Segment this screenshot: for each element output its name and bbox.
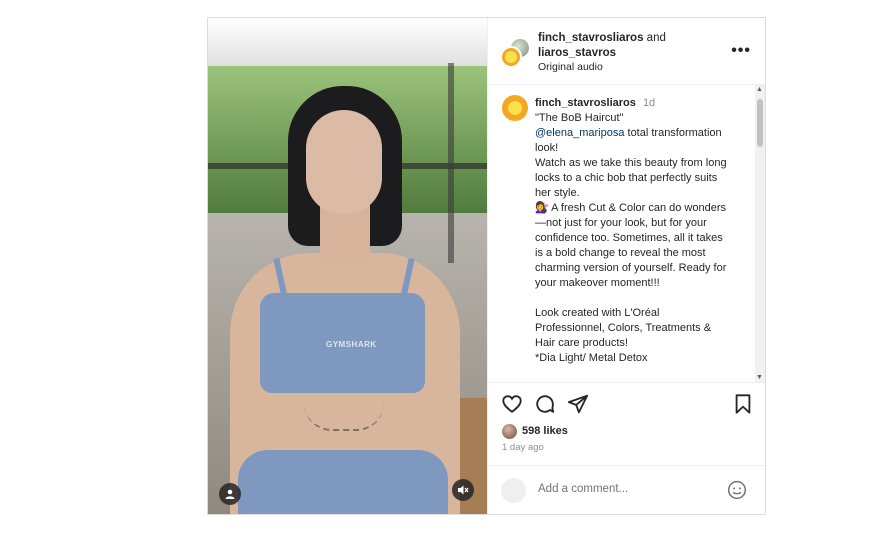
caption-scrollbar[interactable]: ▲ ▼ bbox=[755, 85, 765, 382]
bookmark-icon[interactable] bbox=[732, 393, 754, 415]
heart-icon[interactable] bbox=[501, 393, 523, 415]
caption-line: is a bold change to reveal the most bbox=[535, 247, 706, 259]
video-person-pants bbox=[238, 450, 448, 514]
caption-area: finch_stavrosliaros 1d "The BoB Haircut"… bbox=[488, 85, 765, 382]
mute-button[interactable] bbox=[452, 479, 474, 501]
scroll-down-arrow[interactable]: ▼ bbox=[756, 374, 763, 381]
caption-line-blank bbox=[535, 291, 745, 306]
post-side-panel: finch_stavrosliaros and liaros_stavros O… bbox=[487, 18, 765, 514]
comment-input[interactable]: Add a comment... bbox=[538, 483, 628, 495]
caption-line: Professionnel, Colors, Treatments & bbox=[535, 322, 712, 334]
caption-line: locks to a chic bob that perfectly suits bbox=[535, 172, 718, 184]
caption-line: "The BoB Haircut" bbox=[535, 112, 624, 124]
more-icon: ••• bbox=[731, 42, 751, 59]
scroll-up-arrow[interactable]: ▲ bbox=[756, 86, 763, 93]
video-window-mullion bbox=[448, 63, 454, 263]
current-user-avatar bbox=[501, 478, 526, 503]
header-usernames: finch_stavrosliaros and liaros_stavros O… bbox=[538, 31, 666, 75]
caption-line-rest: total transformation bbox=[624, 127, 722, 139]
user-tag-icon bbox=[225, 489, 235, 499]
share-icon[interactable] bbox=[567, 393, 589, 415]
comment-icon[interactable] bbox=[534, 393, 556, 415]
caption-avatar[interactable] bbox=[502, 95, 528, 121]
caption-line: confidence too. Sometimes, all it takes bbox=[535, 232, 723, 244]
comment-box: Add a comment... bbox=[488, 465, 765, 514]
emoji-icon[interactable] bbox=[727, 480, 747, 500]
more-options-button[interactable]: ••• bbox=[731, 42, 751, 60]
header-user-primary[interactable]: finch_stavrosliaros bbox=[538, 32, 643, 44]
caption-line: —not just for your look, but for your bbox=[535, 217, 707, 229]
video-top-brand: GYMSHARK bbox=[326, 340, 377, 349]
caption-line: Look created with L'Oréal bbox=[535, 307, 660, 319]
caption-line: *Dia Light/ Metal Detox bbox=[535, 352, 648, 364]
caption-line: look! bbox=[535, 142, 559, 154]
mention-link[interactable]: @elena_mariposa bbox=[535, 127, 624, 139]
user-tag-button[interactable] bbox=[219, 483, 241, 505]
likes-count[interactable]: 598 likes bbox=[522, 425, 568, 437]
caption-username[interactable]: finch_stavrosliaros bbox=[535, 97, 636, 109]
caption-text: finch_stavrosliaros 1d "The BoB Haircut"… bbox=[535, 96, 745, 366]
action-bar bbox=[488, 382, 765, 422]
collab-avatars[interactable] bbox=[500, 38, 530, 68]
header-user-secondary[interactable]: liaros_stavros bbox=[538, 47, 616, 59]
caption-line: her style. bbox=[535, 187, 580, 199]
mute-icon bbox=[458, 485, 469, 495]
avatar-primary bbox=[500, 46, 522, 68]
post-video[interactable]: GYMSHARK bbox=[208, 18, 487, 514]
scrollbar-thumb[interactable] bbox=[757, 99, 763, 147]
post-date[interactable]: 1 day ago bbox=[502, 442, 544, 453]
liker-avatar[interactable] bbox=[502, 423, 517, 439]
caption-line-mention: @elena_mariposa total transformation bbox=[535, 126, 745, 141]
caption-line: 💇‍♀️ A fresh Cut & Color can do wonders bbox=[535, 202, 727, 214]
video-person-face bbox=[306, 110, 382, 214]
likes-row: 598 likes bbox=[502, 422, 568, 440]
original-audio-link[interactable]: Original audio bbox=[538, 61, 603, 73]
header-and-text: and bbox=[646, 32, 666, 44]
post-header: finch_stavrosliaros and liaros_stavros O… bbox=[488, 18, 765, 85]
caption-line: Watch as we take this beauty from long bbox=[535, 157, 727, 169]
caption-line: your makeover moment!!! bbox=[535, 277, 660, 289]
caption-time-ago[interactable]: 1d bbox=[643, 97, 655, 109]
instagram-post: GYMSHARK finch_stavrosliaros and liaros_… bbox=[207, 17, 766, 515]
caption-line: charming version of yourself. Ready for bbox=[535, 262, 727, 274]
caption-line: Hair care products! bbox=[535, 337, 628, 349]
